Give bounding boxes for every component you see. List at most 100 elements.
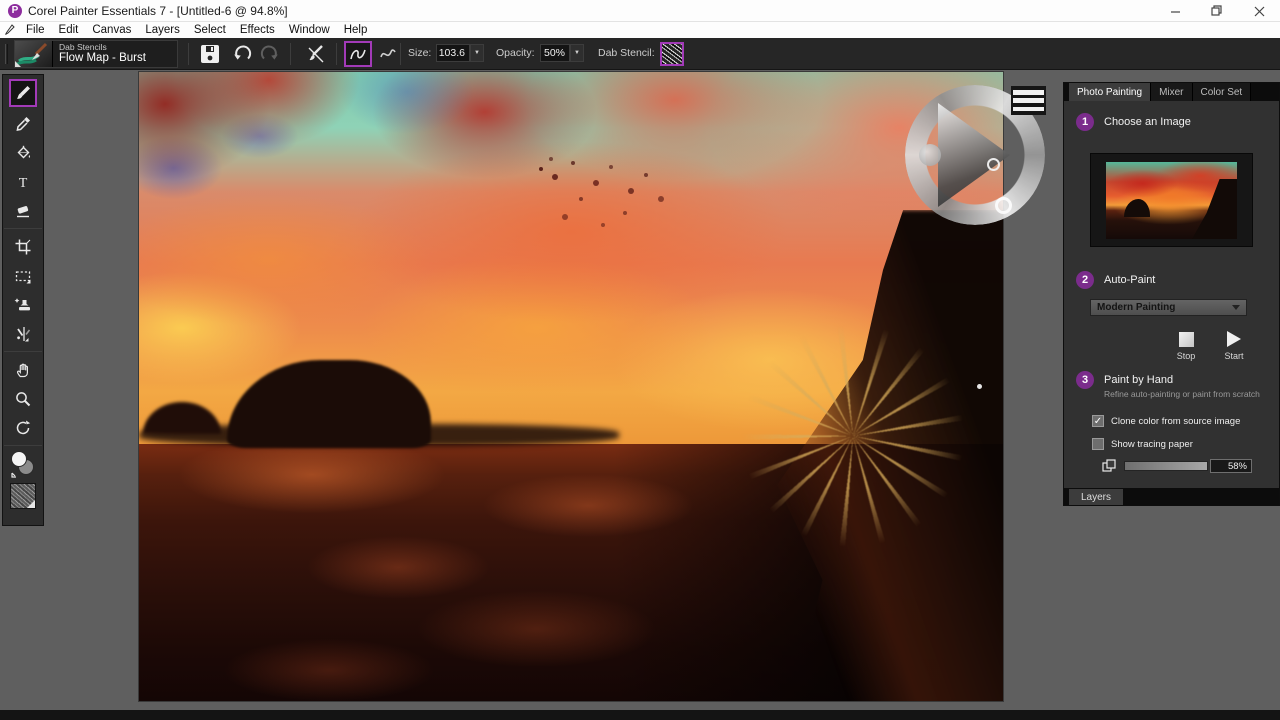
step-2-title: Auto-Paint bbox=[1104, 274, 1155, 286]
step-3-title: Paint by Hand bbox=[1104, 374, 1173, 386]
freehand-stroke-button[interactable] bbox=[344, 41, 372, 67]
save-button[interactable] bbox=[196, 41, 224, 67]
tool-magnifier[interactable] bbox=[8, 384, 38, 413]
app-icon: P bbox=[8, 4, 22, 18]
overlay-knob-small bbox=[987, 158, 1000, 171]
size-dropdown-arrow[interactable]: ▼ bbox=[470, 44, 484, 62]
step-1-title: Choose an Image bbox=[1104, 116, 1191, 128]
thumb-island bbox=[1124, 199, 1150, 217]
hamburger-menu-icon[interactable] bbox=[1011, 86, 1046, 115]
step-1-badge: 1 bbox=[1076, 113, 1094, 131]
size-label: Size: bbox=[408, 47, 431, 59]
app-window: P Corel Painter Essentials 7 - [Untitled… bbox=[0, 0, 1280, 720]
brush-variant-icon bbox=[15, 41, 53, 67]
menu-canvas[interactable]: Canvas bbox=[85, 24, 138, 36]
tool-dropper[interactable] bbox=[8, 109, 38, 138]
panel-tab-bar: Photo Painting Mixer Color Set bbox=[1064, 83, 1279, 101]
tracing-opacity-slider[interactable] bbox=[1124, 461, 1208, 471]
close-button[interactable] bbox=[1238, 0, 1280, 22]
tracing-paper-label: Show tracing paper bbox=[1111, 439, 1193, 450]
menu-bar: File Edit Canvas Layers Select Effects W… bbox=[0, 22, 1280, 38]
dab-stencil-thumbnail[interactable] bbox=[660, 42, 684, 66]
clone-color-label: Clone color from source image bbox=[1111, 416, 1240, 427]
menu-effects[interactable]: Effects bbox=[233, 24, 282, 36]
paper-fold-corner bbox=[27, 500, 35, 508]
painting-foliage-burst bbox=[737, 320, 969, 552]
tool-brush[interactable] bbox=[9, 79, 37, 107]
document-pencil-icon bbox=[4, 24, 15, 36]
stop-button[interactable]: Stop bbox=[1164, 329, 1208, 361]
palette-divider bbox=[4, 351, 42, 352]
toolbar-separator bbox=[336, 43, 337, 65]
document-canvas[interactable] bbox=[139, 72, 1003, 701]
source-image-thumbnail[interactable] bbox=[1106, 162, 1237, 239]
tool-eraser[interactable] bbox=[8, 196, 38, 225]
source-image-frame bbox=[1090, 153, 1253, 247]
brush-category-label: Dab Stencils bbox=[59, 43, 146, 52]
chevron-down-icon bbox=[1232, 305, 1240, 310]
color-swatches[interactable] bbox=[8, 449, 38, 481]
tracing-opacity-value[interactable]: 58% bbox=[1210, 459, 1252, 473]
toolbox: T bbox=[2, 74, 44, 526]
bottom-bar bbox=[0, 710, 1280, 720]
step-3-header: 3 Paint by Hand bbox=[1076, 371, 1173, 389]
toolbar-separator bbox=[400, 43, 401, 65]
window-title: Corel Painter Essentials 7 - [Untitled-6… bbox=[28, 4, 288, 18]
tab-color-set[interactable]: Color Set bbox=[1193, 83, 1252, 101]
restore-button[interactable] bbox=[1196, 0, 1238, 22]
menu-file[interactable]: File bbox=[19, 24, 52, 36]
step-2-header: 2 Auto-Paint bbox=[1076, 271, 1155, 289]
tool-layer-adjuster[interactable] bbox=[8, 290, 38, 319]
play-icon bbox=[1227, 331, 1241, 347]
menu-window[interactable]: Window bbox=[282, 24, 337, 36]
auto-paint-preset-dropdown[interactable]: Modern Painting bbox=[1090, 299, 1247, 316]
menu-edit[interactable]: Edit bbox=[52, 24, 86, 36]
tool-text[interactable]: T bbox=[8, 167, 38, 196]
overlay-dot bbox=[919, 144, 941, 166]
stop-label: Stop bbox=[1164, 351, 1208, 361]
menu-layers[interactable]: Layers bbox=[138, 24, 187, 36]
palette-divider bbox=[4, 228, 42, 229]
svg-text:T: T bbox=[19, 176, 28, 191]
stop-icon bbox=[1179, 332, 1194, 347]
size-input[interactable]: 103.6 bbox=[436, 44, 470, 62]
tool-paint-bucket[interactable] bbox=[8, 138, 38, 167]
palette-divider bbox=[4, 445, 42, 446]
tab-layers[interactable]: Layers bbox=[1069, 489, 1123, 505]
brush-cursor-dot bbox=[977, 384, 982, 389]
step-2-badge: 2 bbox=[1076, 271, 1094, 289]
paper-texture-selector[interactable] bbox=[10, 483, 36, 509]
undo-button[interactable] bbox=[228, 41, 256, 67]
brush-selector[interactable]: Dab Stencils Flow Map - Burst bbox=[14, 40, 178, 68]
menu-select[interactable]: Select bbox=[187, 24, 233, 36]
brush-variant-label: Flow Map - Burst bbox=[59, 52, 146, 65]
menu-help[interactable]: Help bbox=[337, 24, 375, 36]
straight-line-stroke-button[interactable] bbox=[374, 41, 402, 67]
tool-grabber-hand[interactable] bbox=[8, 355, 38, 384]
tracing-paper-icon bbox=[1102, 459, 1117, 478]
start-button[interactable]: Start bbox=[1212, 329, 1256, 361]
start-label: Start bbox=[1212, 351, 1256, 361]
clone-color-checkbox[interactable]: ✓ bbox=[1092, 415, 1104, 427]
title-bar: P Corel Painter Essentials 7 - [Untitled… bbox=[0, 0, 1280, 22]
painting-spatter bbox=[539, 167, 543, 171]
tool-rect-select[interactable] bbox=[8, 261, 38, 290]
clone-brush-icon-button[interactable] bbox=[302, 41, 330, 67]
thumb-cliff bbox=[1191, 179, 1237, 239]
tab-mixer[interactable]: Mixer bbox=[1151, 83, 1192, 101]
photo-painting-panel: Photo Painting Mixer Color Set 1 Choose … bbox=[1063, 82, 1280, 506]
opacity-label: Opacity: bbox=[496, 47, 535, 59]
tool-crop[interactable] bbox=[8, 232, 38, 261]
auto-paint-preset-value: Modern Painting bbox=[1091, 302, 1232, 313]
property-bar: Dab Stencils Flow Map - Burst bbox=[0, 38, 1280, 70]
redo-button[interactable] bbox=[256, 41, 284, 67]
tool-rotate-page[interactable] bbox=[8, 413, 38, 442]
minimize-button[interactable] bbox=[1154, 0, 1196, 22]
layers-tab-bar: Layers bbox=[1064, 488, 1279, 505]
tab-photo-painting[interactable]: Photo Painting bbox=[1069, 83, 1151, 101]
tool-mirror-painting[interactable] bbox=[8, 319, 38, 348]
opacity-dropdown-arrow[interactable]: ▼ bbox=[570, 44, 584, 62]
step-3-badge: 3 bbox=[1076, 371, 1094, 389]
tracing-paper-checkbox[interactable] bbox=[1092, 438, 1104, 450]
opacity-input[interactable]: 50% bbox=[540, 44, 570, 62]
